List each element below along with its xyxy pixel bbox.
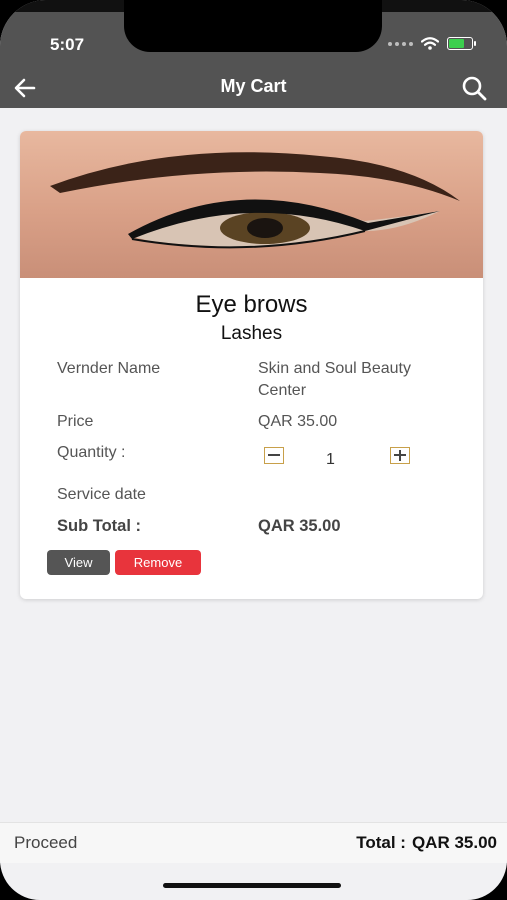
battery-icon: [447, 37, 476, 50]
decrease-quantity-button[interactable]: [264, 447, 284, 464]
remove-button[interactable]: Remove: [115, 550, 201, 575]
price-label: Price: [57, 413, 94, 430]
app-header: 5:07 My Cart: [0, 0, 507, 108]
item-title: Eye brows: [195, 291, 308, 318]
subtotal-value: QAR 35.00: [258, 517, 341, 535]
proceed-button[interactable]: Proceed: [14, 833, 77, 853]
cart-item-card: Eye brows Lashes Vernder Name Skin and S…: [20, 131, 483, 599]
home-indicator[interactable]: [163, 883, 341, 888]
vendor-label: Vernder Name: [57, 360, 161, 377]
phone-screen: 5:07 My Cart Eye brows Lashes Vernder Na…: [0, 0, 507, 900]
cart-total: Total : QAR 35.00: [356, 833, 497, 853]
signal-dots-icon: [388, 41, 413, 46]
search-icon[interactable]: [461, 75, 489, 101]
vendor-value: Skin and Soul Beauty Center: [258, 360, 411, 399]
page-title: My Cart: [220, 76, 287, 96]
wifi-icon: [421, 37, 439, 50]
service-date-label: Service date: [57, 486, 146, 503]
subtotal-label: Sub Total :: [57, 517, 142, 535]
device-notch: [124, 0, 382, 52]
checkout-bar: Proceed Total : QAR 35.00: [0, 822, 507, 863]
total-value: QAR 35.00: [411, 833, 497, 852]
quantity-value: 1: [326, 451, 335, 468]
quantity-label: Quantity :: [57, 444, 126, 461]
eye-makeup-photo: [20, 131, 483, 278]
total-label: Total :: [356, 833, 406, 852]
status-icons: [388, 37, 476, 50]
minus-icon: [268, 454, 280, 456]
item-subtitle: Lashes: [220, 323, 283, 344]
price-value: QAR 35.00: [258, 413, 338, 430]
eye-illustration: [50, 152, 460, 249]
status-time: 5:07: [50, 35, 85, 54]
increase-quantity-button[interactable]: [390, 447, 410, 464]
view-button[interactable]: View: [47, 550, 110, 575]
